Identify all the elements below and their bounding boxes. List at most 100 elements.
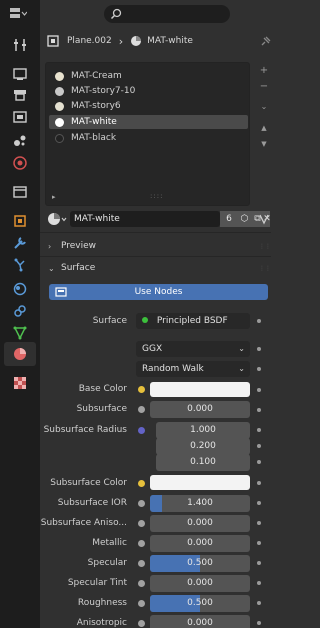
value-socket-icon[interactable]	[138, 580, 145, 587]
value-socket-icon[interactable]	[138, 406, 145, 413]
data-tab-icon[interactable]	[13, 326, 27, 340]
animate-property-icon[interactable]	[257, 581, 261, 585]
preview-panel-header[interactable]: › Preview ⋮⋮	[40, 236, 271, 256]
node-link-icon[interactable]	[258, 212, 271, 226]
users-count[interactable]: 6	[220, 211, 238, 227]
list-item[interactable]: MAT-black	[49, 131, 248, 145]
color-socket-icon[interactable]	[138, 386, 145, 393]
world-tab-icon[interactable]	[13, 156, 27, 170]
fake-user-button[interactable]: ⬡	[238, 211, 251, 227]
animate-property-icon[interactable]	[257, 481, 261, 485]
add-slot-icon[interactable]: +	[257, 64, 271, 76]
value-socket-icon[interactable]	[138, 620, 145, 627]
animate-property-icon[interactable]	[257, 319, 261, 323]
subsurface-ior-field[interactable]: 1.400	[150, 495, 250, 512]
move-down-icon[interactable]: ▼	[257, 138, 271, 150]
output-tab-icon[interactable]	[13, 88, 27, 102]
list-item[interactable]: MAT-story7-10	[49, 84, 248, 98]
value-fill	[150, 495, 162, 512]
specular-field[interactable]: 0.500	[150, 555, 250, 572]
animate-property-icon[interactable]	[257, 408, 261, 412]
subsurface-radius-x[interactable]: 1.000	[156, 422, 250, 439]
scene-tab-icon[interactable]	[13, 133, 27, 147]
animate-property-icon[interactable]	[257, 501, 261, 505]
subsurface-method-dropdown[interactable]: Random Walk ⌄	[136, 361, 250, 377]
search-input[interactable]	[104, 5, 230, 23]
subsurface-color-field[interactable]	[150, 475, 250, 490]
physics-tab-icon[interactable]	[13, 282, 27, 296]
prop-label: Subsurface	[76, 404, 127, 414]
slot-tools: + − ⌄ ▲ ▼	[257, 62, 271, 162]
animate-property-icon[interactable]	[257, 621, 261, 625]
drag-handle-icon[interactable]: ⋮⋮	[259, 265, 271, 272]
value-socket-icon[interactable]	[138, 500, 145, 507]
expand-filter-icon[interactable]: ▸	[52, 193, 56, 201]
texture-tab-icon[interactable]	[13, 376, 27, 390]
chevron-down-icon: ⌄	[48, 263, 55, 273]
resize-grip-icon[interactable]: ::::	[150, 192, 163, 200]
color-socket-icon[interactable]	[138, 480, 145, 487]
material-preview-icon	[55, 71, 64, 81]
animate-property-icon[interactable]	[257, 388, 261, 392]
roughness-field[interactable]: 0.500	[150, 595, 250, 612]
use-nodes-button[interactable]: Use Nodes	[49, 284, 268, 300]
subsurface-radius-y[interactable]: 0.200	[156, 438, 250, 455]
list-item[interactable]: MAT-white	[49, 115, 248, 129]
move-up-icon[interactable]: ▲	[257, 122, 271, 134]
surface-shader-selector[interactable]: Principled BSDF	[136, 313, 250, 329]
value-socket-icon[interactable]	[138, 560, 145, 567]
specular-tint-field[interactable]: 0.000	[150, 575, 250, 592]
surface-panel-header[interactable]: ⌄ Surface ⋮⋮	[40, 258, 271, 278]
material-preview-icon	[55, 117, 64, 127]
render-tab-icon[interactable]	[13, 67, 27, 81]
tool-tab-icon[interactable]	[13, 38, 27, 52]
distribution-dropdown[interactable]: GGX ⌄	[136, 341, 250, 357]
constraints-tab-icon[interactable]	[13, 304, 27, 318]
pin-icon[interactable]	[260, 36, 271, 47]
chevron-down-icon[interactable]: ⌄	[257, 100, 271, 112]
field-value: 0.000	[187, 518, 213, 528]
subsurface-anisotropy-field[interactable]: 0.000	[150, 515, 250, 532]
value-socket-icon[interactable]	[138, 520, 145, 527]
animate-property-icon[interactable]	[257, 460, 261, 464]
material-name-field[interactable]: MAT-white	[70, 211, 220, 227]
drag-handle-icon[interactable]: ⋮⋮	[259, 243, 271, 250]
vector-socket-icon[interactable]	[138, 427, 145, 434]
surface-panel-title: Surface	[61, 263, 96, 273]
particles-tab-icon[interactable]	[13, 258, 27, 272]
object-tab-icon[interactable]	[13, 214, 27, 228]
prop-label: Subsurface Aniso...	[40, 518, 127, 528]
animate-property-icon[interactable]	[257, 541, 261, 545]
base-color-field[interactable]	[150, 382, 250, 397]
list-item[interactable]: MAT-story6	[49, 99, 248, 113]
subsurface-radius-z[interactable]: 0.100	[156, 454, 250, 471]
list-item[interactable]: MAT-Cream	[49, 69, 248, 83]
value-socket-icon[interactable]	[138, 600, 145, 607]
view-layer-tab-icon[interactable]	[13, 110, 27, 124]
collection-tab-icon[interactable]	[13, 185, 27, 199]
remove-slot-icon[interactable]: −	[257, 80, 271, 92]
material-tab-icon[interactable]	[4, 342, 36, 366]
animate-property-icon[interactable]	[257, 601, 261, 605]
metallic-field[interactable]: 0.000	[150, 535, 250, 552]
surface-label: Surface	[92, 316, 127, 326]
editor-type-icon[interactable]	[8, 6, 28, 20]
subsurface-field[interactable]: 0.000	[150, 401, 250, 418]
modifier-tab-icon[interactable]	[13, 236, 27, 250]
browse-material-icon[interactable]	[47, 212, 67, 226]
material-preview-icon	[55, 86, 64, 96]
field-value: 0.100	[190, 457, 216, 467]
anisotropic-field[interactable]: 0.000	[150, 615, 250, 628]
animate-property-icon[interactable]	[257, 367, 261, 371]
animate-property-icon[interactable]	[257, 428, 261, 432]
chevron-right-icon: ›	[48, 241, 52, 251]
animate-property-icon[interactable]	[257, 444, 261, 448]
slot-label: MAT-black	[71, 133, 117, 143]
field-value: 0.200	[190, 441, 216, 451]
animate-property-icon[interactable]	[257, 347, 261, 351]
animate-property-icon[interactable]	[257, 561, 261, 565]
material-slot-list[interactable]: MAT-Cream MAT-story7-10 MAT-story6 MAT-w…	[45, 62, 250, 206]
animate-property-icon[interactable]	[257, 521, 261, 525]
value-socket-icon[interactable]	[138, 540, 145, 547]
breadcrumb-object: Plane.002	[67, 36, 112, 46]
